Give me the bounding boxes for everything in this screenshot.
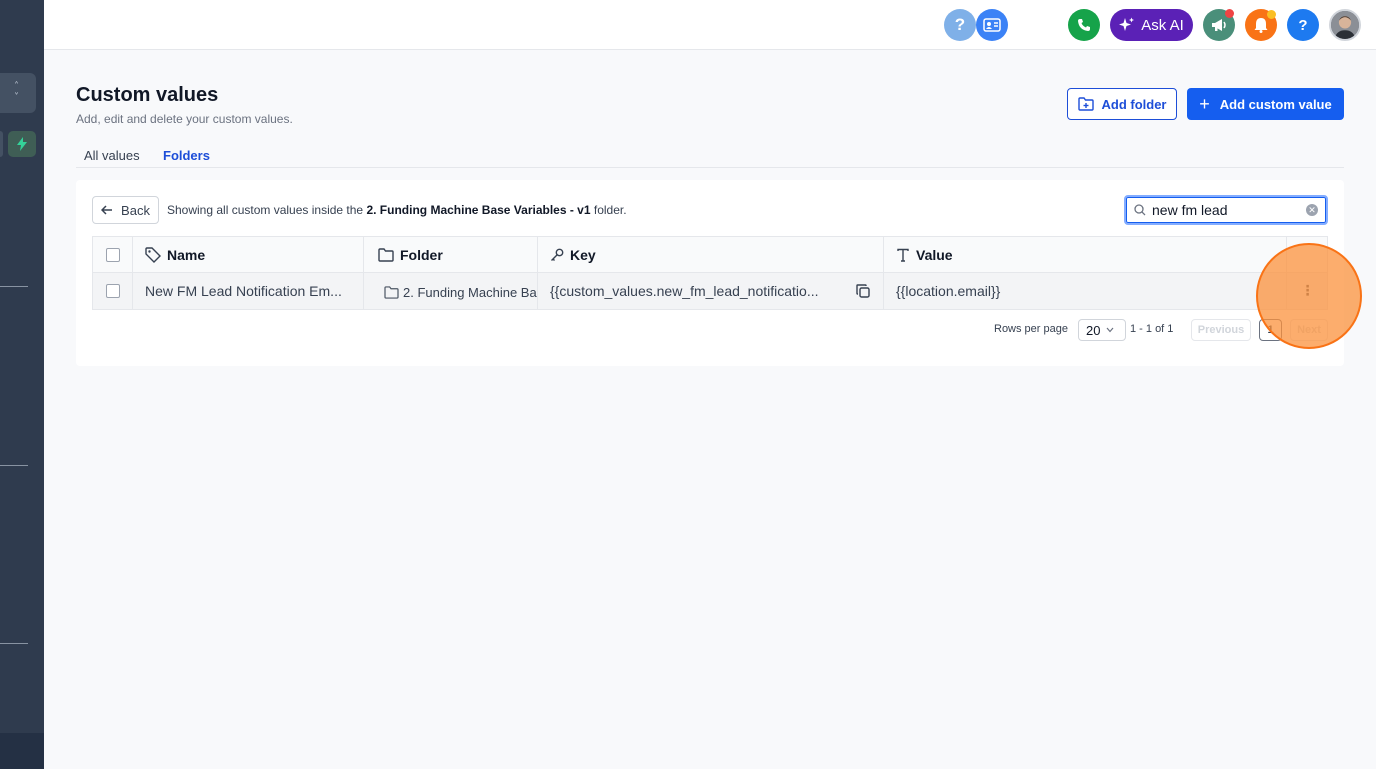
current-folder-name: 2. Funding Machine Base Variables - v1 bbox=[366, 203, 591, 217]
top-bar: ? Ask AI ? bbox=[44, 0, 1376, 50]
page-subtitle: Add, edit and delete your custom values. bbox=[76, 112, 293, 126]
back-button[interactable]: Back bbox=[92, 196, 159, 224]
custom-values-card: Back Showing all custom values inside th… bbox=[76, 180, 1344, 366]
key-icon bbox=[551, 248, 564, 261]
back-label: Back bbox=[121, 202, 150, 218]
row-select-cell bbox=[93, 273, 133, 309]
contact-card-icon bbox=[983, 18, 1001, 32]
column-label: Name bbox=[167, 246, 206, 263]
ask-ai-button[interactable]: Ask AI bbox=[1110, 9, 1193, 41]
row-checkbox[interactable] bbox=[105, 284, 120, 298]
support-button[interactable]: ? bbox=[1287, 9, 1319, 41]
rows-per-page-label: Rows per page bbox=[994, 323, 1068, 335]
clear-icon[interactable]: ✕ bbox=[1306, 204, 1318, 216]
help-circle-icon: ? bbox=[954, 15, 966, 34]
bell-icon bbox=[1254, 18, 1268, 33]
announcements-dot bbox=[1225, 9, 1234, 18]
contact-card-button[interactable] bbox=[976, 9, 1008, 41]
help-circle-button[interactable]: ? bbox=[944, 9, 976, 41]
page-title: Custom values bbox=[76, 84, 219, 106]
account-switcher[interactable]: ˄ ˅ bbox=[0, 73, 36, 113]
row-folder-cell: 2. Funding Machine Ba bbox=[364, 273, 538, 309]
folder-plus-icon bbox=[1077, 97, 1094, 111]
rows-per-page-select[interactable]: 20 bbox=[1078, 319, 1126, 341]
question-icon: ? bbox=[1298, 16, 1308, 34]
showing-prefix: Showing all custom values inside the bbox=[167, 203, 367, 217]
switcher-chevrons-icon: ˄ ˅ bbox=[14, 81, 19, 103]
add-folder-button[interactable]: Add folder bbox=[1067, 88, 1177, 120]
column-label: Folder bbox=[400, 246, 443, 263]
phone-icon bbox=[1078, 19, 1090, 31]
sidebar-divider bbox=[0, 286, 28, 287]
previous-page-button[interactable]: Previous bbox=[1191, 319, 1251, 341]
megaphone-icon bbox=[1212, 19, 1226, 31]
arrow-left-icon bbox=[101, 205, 113, 215]
add-folder-label: Add folder bbox=[1101, 96, 1167, 112]
add-custom-value-button[interactable]: + Add custom value bbox=[1187, 88, 1344, 120]
row-key: {{custom_values.new_fm_lead_notificatio.… bbox=[550, 283, 819, 299]
sidebar-item-quick-actions[interactable] bbox=[8, 131, 36, 157]
notifications-dot bbox=[1267, 10, 1276, 19]
ask-ai-label: Ask AI bbox=[1141, 16, 1184, 34]
table-header-row: Name Folder Key Value bbox=[93, 237, 1327, 273]
column-header-actions bbox=[1287, 237, 1328, 272]
next-page-button[interactable]: Next bbox=[1290, 319, 1328, 341]
table-row[interactable]: New FM Lead Notification Em... 2. Fundin… bbox=[93, 273, 1327, 309]
showing-suffix: folder. bbox=[590, 203, 627, 217]
tab-all-values[interactable]: All values bbox=[84, 148, 140, 163]
avatar[interactable] bbox=[1329, 9, 1361, 41]
sidebar-footer[interactable] bbox=[0, 733, 44, 769]
tab-folders[interactable]: Folders bbox=[163, 148, 210, 163]
folder-context-text: Showing all custom values inside the 2. … bbox=[167, 203, 627, 217]
page-1-button[interactable]: 1 bbox=[1259, 319, 1282, 341]
custom-values-table: Name Folder Key Value New FM Lead Notifi… bbox=[92, 236, 1328, 310]
add-custom-value-label: Add custom value bbox=[1219, 96, 1332, 112]
search-input[interactable] bbox=[1152, 202, 1308, 218]
column-header-key[interactable]: Key bbox=[538, 237, 884, 272]
rows-per-page-value: 20 bbox=[1086, 322, 1101, 338]
sidebar: ˄ ˅ bbox=[0, 0, 44, 769]
sidebar-divider bbox=[0, 643, 28, 644]
row-key-cell: {{custom_values.new_fm_lead_notificatio.… bbox=[538, 273, 884, 309]
chevron-down-icon bbox=[1107, 327, 1114, 333]
folder-chip[interactable]: 2. Funding Machine Ba bbox=[384, 285, 537, 300]
select-all-cell bbox=[93, 237, 133, 272]
copy-icon[interactable] bbox=[855, 283, 871, 299]
bolt-icon bbox=[17, 137, 27, 151]
column-header-name[interactable]: Name bbox=[133, 237, 364, 272]
sparkle-icon bbox=[1119, 17, 1135, 31]
column-header-folder[interactable]: Folder bbox=[364, 237, 538, 272]
search-box[interactable]: ✕ bbox=[1124, 195, 1328, 225]
kebab-icon: ⋮ bbox=[1300, 283, 1315, 299]
plus-icon: + bbox=[1199, 94, 1210, 114]
row-value: {{location.email}} bbox=[884, 273, 1287, 309]
column-label: Key bbox=[570, 246, 596, 263]
column-label: Value bbox=[916, 246, 953, 263]
row-name[interactable]: New FM Lead Notification Em... bbox=[133, 273, 364, 309]
row-actions-menu[interactable]: ⋮ bbox=[1287, 273, 1328, 309]
tab-bar: All values Folders bbox=[76, 146, 1344, 168]
select-all-checkbox[interactable] bbox=[105, 247, 120, 262]
column-header-value[interactable]: Value bbox=[884, 237, 1287, 272]
pagination-range: 1 - 1 of 1 bbox=[1130, 323, 1174, 335]
sidebar-edge bbox=[0, 131, 3, 157]
row-folder-name: 2. Funding Machine Ba bbox=[403, 285, 537, 300]
phone-button[interactable] bbox=[1068, 9, 1100, 41]
text-icon bbox=[897, 248, 909, 262]
folder-icon bbox=[384, 286, 399, 299]
avatar-image bbox=[1331, 11, 1359, 39]
tag-icon bbox=[145, 246, 161, 263]
folder-icon bbox=[378, 247, 394, 262]
search-icon bbox=[1134, 204, 1146, 216]
sidebar-divider bbox=[0, 465, 28, 466]
